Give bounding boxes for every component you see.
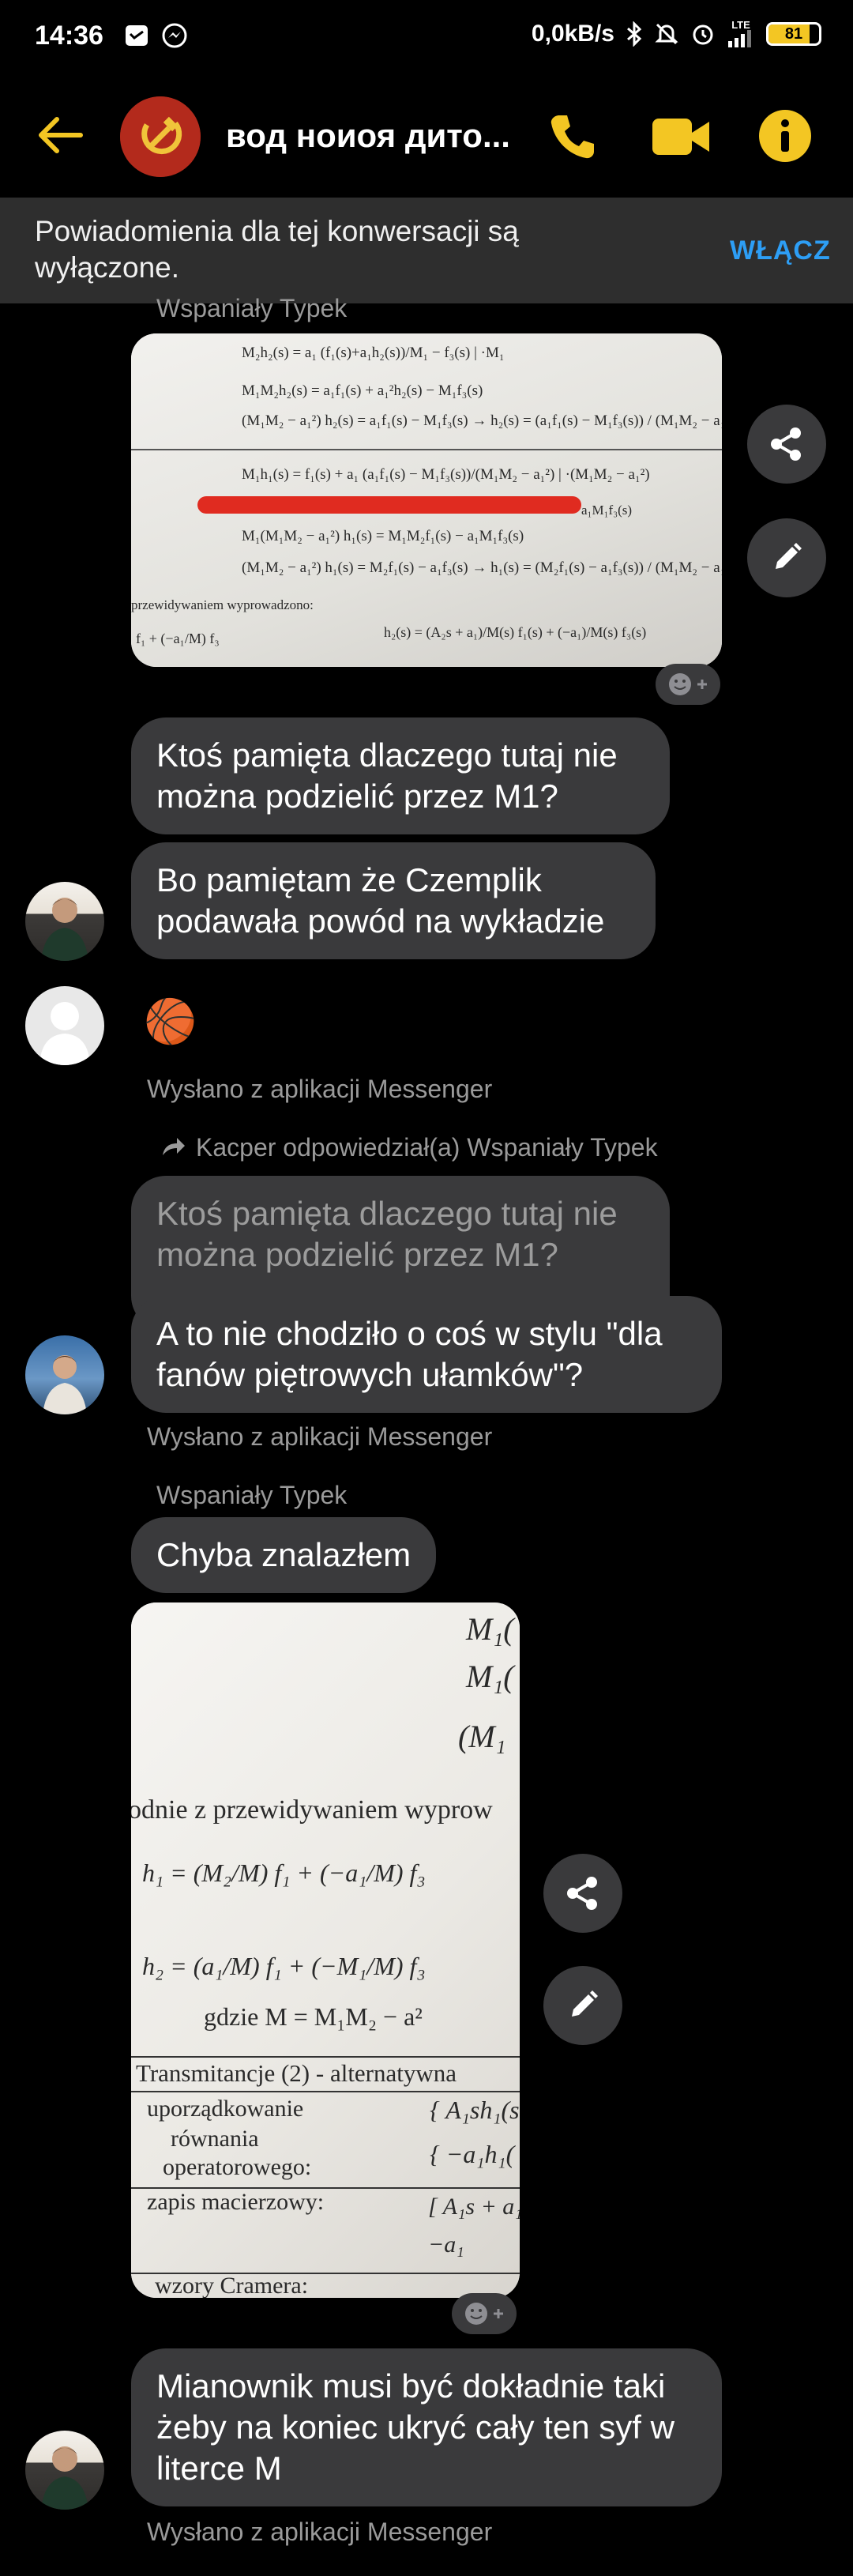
equation-line: M₁M₂h₂(s) = a₁f₁(s) + a₁²h₂(s) − M₁f₃(s) [242, 382, 483, 399]
person-photo [41, 898, 88, 961]
video-call-icon[interactable] [651, 111, 711, 163]
notes-line: równania [171, 2126, 259, 2152]
equation-line: M₂h₂(s) = a₁ (f₁(s)+a₁h₂(s))/M₁ − f₃(s) … [242, 345, 505, 361]
status-right: 0,0kB/s LTE 81 [531, 19, 821, 47]
network-indicator: LTE [727, 19, 755, 47]
message-bubble[interactable]: A to nie chodziło o coś w stylu "dla fan… [131, 1296, 722, 1413]
avatar-default[interactable] [25, 986, 104, 1065]
network-label: LTE [731, 19, 750, 31]
net-speed: 0,0kB/s [531, 21, 614, 47]
photo-message-equations[interactable]: M₂h₂(s) = a₁ (f₁(s)+a₁h₂(s))/M₁ − f₃(s) … [131, 333, 722, 667]
add-reaction-button[interactable] [452, 2293, 517, 2334]
equation-line: przewidywaniem wyprowadzono: [131, 597, 314, 612]
sent-via-label: Wysłano z aplikacji Messenger [147, 1422, 493, 1451]
message-bubble[interactable]: Chyba znalazłem [131, 1517, 437, 1593]
person-photo [43, 1355, 87, 1414]
share-icon [771, 427, 801, 461]
back-arrow-icon[interactable] [35, 109, 87, 161]
signal-icon [728, 30, 751, 47]
equation-line: (M₁M₂ − a₁²) h₂(s) = a₁f₁(s) − M₁f₃(s) →… [242, 412, 722, 429]
divider [131, 2056, 520, 2058]
smiley-plus-icon [669, 673, 707, 695]
equation-fragment: M₁( [466, 1611, 514, 1647]
conversation-title[interactable]: вод ноиоя дито... [226, 117, 510, 155]
equation-line: h₂(s) = (A₂s + a₁)/M(s) f₁(s) + (−a₁)/M(… [384, 624, 647, 640]
notes-line: zapis macierzowy: [147, 2189, 325, 2215]
equation-line: f₁ + (−a₁/M) f₃ [136, 631, 220, 646]
equation-fragment: M₁( [466, 1659, 514, 1694]
equation-h1: h₁ = (M₂/M) f₁ + (−a₁/M) f₃ [142, 1859, 426, 1887]
equation-line: M₁h₁(s) = f₁(s) + a₁ (a₁f₁(s) − M₁f₃(s))… [242, 466, 650, 483]
mute-icon [655, 23, 678, 45]
edit-button[interactable] [543, 1966, 622, 2045]
sender-name: Wspaniały Typek [156, 1481, 348, 1509]
notes-line: wzory Cramera: [155, 2273, 309, 2298]
reply-header: Kacper odpowiedział(a) Wspaniały Typek [196, 1133, 658, 1162]
share-button[interactable] [543, 1854, 622, 1933]
conversation-avatar[interactable] [120, 96, 201, 177]
equation-fragment: [ A₁s + a₁ [428, 2194, 520, 2220]
equation-line: a₁M₁f₃(s) [581, 503, 633, 518]
messenger-icon [161, 22, 188, 49]
person-photo [41, 2446, 88, 2510]
emoji-message[interactable]: 🏀 [144, 997, 197, 1047]
equation-line: (M₁M₂ − a₁²) h₁(s) = M₂f₁(s) − a₁f₃(s) →… [242, 559, 722, 576]
equation-fragment: −a₁ [428, 2231, 464, 2258]
edit-button[interactable] [747, 518, 826, 597]
banner-text: Powiadomienia dla tej konwersacji są wył… [35, 215, 519, 284]
equation-fragment: { A₁sh₁(s [430, 2096, 520, 2124]
phone-call-icon[interactable] [545, 109, 600, 164]
notes-line: operatorowego: [163, 2154, 312, 2180]
notification-icon [123, 22, 150, 49]
message-bubble[interactable]: Mianownik musi być dokładnie taki żeby n… [131, 2348, 722, 2506]
sent-via-label: Wysłano z aplikacji Messenger [147, 2518, 493, 2546]
reply-arrow-icon [160, 1133, 186, 1160]
avatar[interactable] [25, 1335, 104, 1414]
red-strike-mark [197, 496, 581, 514]
message-bubble[interactable]: Ktoś pamięta dlaczego tutaj nie można po… [131, 717, 670, 834]
divider [131, 449, 722, 450]
notes-line: uporządkowanie [147, 2096, 304, 2122]
add-reaction-button[interactable] [656, 664, 720, 705]
hammer-sickle-icon [120, 96, 201, 177]
battery-level: 81 [784, 24, 803, 43]
info-icon[interactable] [757, 107, 814, 164]
message-bubble[interactable]: Bo pamiętam że Czemplik podawała powód n… [131, 842, 656, 959]
enable-notifications-button[interactable]: WŁĄCZ [730, 235, 831, 266]
sent-via-label: Wysłano z aplikacji Messenger [147, 1075, 493, 1103]
equation-h2: h₂ = (a₁/M) f₁ + (−M₁/M) f₃ [142, 1952, 426, 1980]
bluetooth-icon [627, 21, 642, 47]
photo-message-notes[interactable]: M₁( M₁( (M₁ odnie z przewidywaniem wypro… [131, 1602, 520, 2298]
equation-fragment: (M₁ [458, 1719, 506, 1754]
pencil-icon [776, 543, 802, 569]
avatar[interactable] [25, 2431, 104, 2510]
status-time: 14:36 [35, 21, 103, 51]
smiley-plus-icon [465, 2303, 503, 2325]
default-user-icon [39, 1002, 90, 1065]
battery-icon: 81 [766, 22, 821, 46]
section-heading: Transmitancje (2) - alternatywna [136, 2059, 457, 2087]
equation-definition: gdzie M = M₁M₂ − a² [204, 2002, 423, 2031]
pencil-icon [572, 1990, 598, 2017]
avatar[interactable] [25, 882, 104, 961]
equation-fragment: { −a₁h₁( [430, 2140, 515, 2168]
equation-line: M₁(M₁M₂ − a₁²) h₁(s) = M₁M₂f₁(s) − a₁M₁f… [242, 528, 524, 544]
notes-line: odnie z przewidywaniem wyprow [131, 1795, 493, 1825]
sender-name: Wspaniały Typek [156, 294, 348, 322]
share-button[interactable] [747, 405, 826, 484]
alarm-icon [693, 24, 713, 45]
divider [131, 2091, 520, 2092]
share-icon [567, 1877, 597, 1910]
